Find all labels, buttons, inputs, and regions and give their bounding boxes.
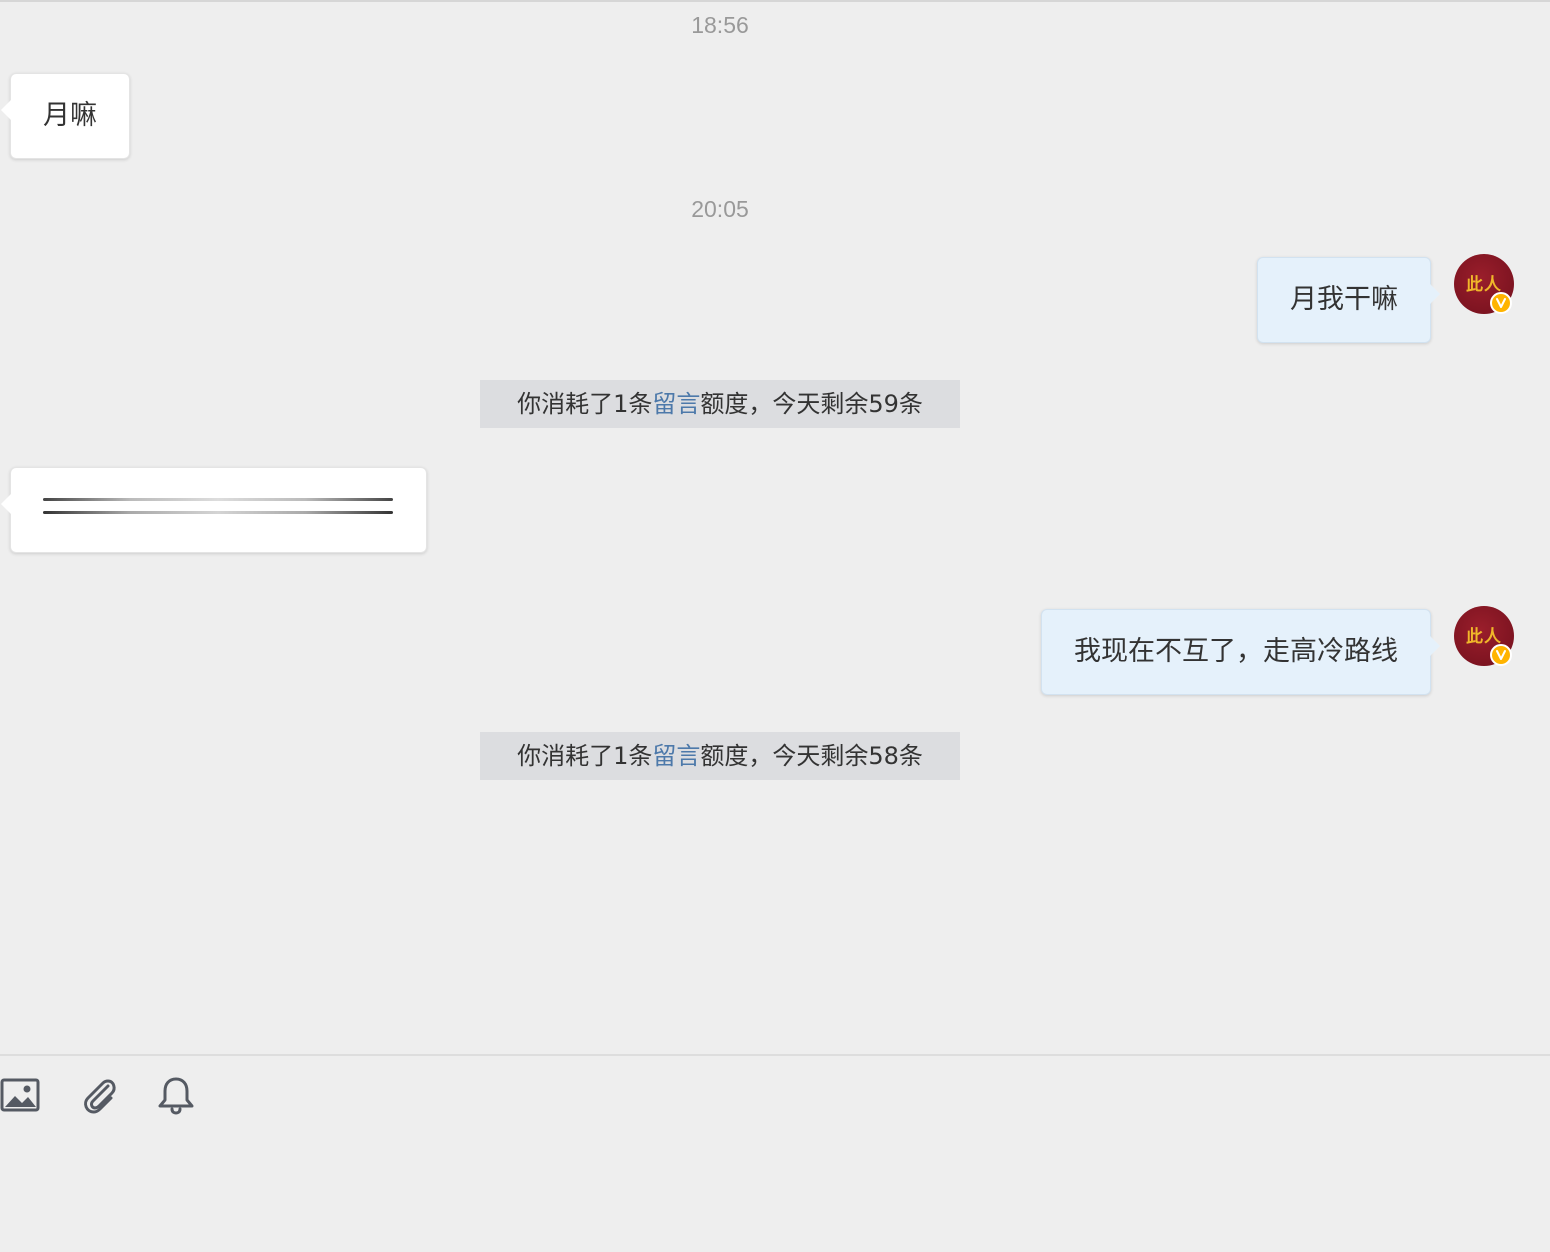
avatar[interactable]: 此人: [1454, 606, 1514, 666]
timestamp: 18:56: [691, 12, 749, 38]
image-icon: [0, 1078, 40, 1112]
avatar-text: 此人: [1466, 627, 1502, 647]
timestamp: 20:05: [691, 196, 749, 222]
chat-history[interactable]: 18:56 月嘛 20:05 月我干嘛 此人 你消耗了1条留言额度，今天剩余59…: [0, 2, 1550, 1054]
notice-text: 你消耗了1条: [517, 390, 653, 418]
verified-badge-icon: [1490, 644, 1512, 666]
incoming-message-bubble[interactable]: [1, 467, 427, 553]
attachment-icon: [84, 1079, 116, 1114]
quota-notice: 你消耗了1条留言额度，今天剩余59条: [480, 380, 960, 428]
verified-badge-icon: [1490, 292, 1512, 314]
message-link[interactable]: 留言: [652, 390, 700, 418]
bell-icon: [158, 1077, 194, 1115]
notice-text: 额度，今天剩余58条: [700, 742, 923, 770]
notification-button[interactable]: [156, 1074, 198, 1116]
image-button[interactable]: [0, 1074, 42, 1116]
outgoing-message-bubble[interactable]: 我现在不互了，走高冷路线: [1041, 609, 1440, 695]
message-text: 月我干嘛: [1290, 284, 1398, 315]
outgoing-message-bubble[interactable]: 月我干嘛: [1257, 257, 1440, 343]
notice-text: 额度，今天剩余59条: [700, 390, 923, 418]
avatar[interactable]: 此人: [1454, 254, 1514, 314]
notice-text: 你消耗了1条: [517, 742, 653, 770]
quota-notice: 你消耗了1条留言额度，今天剩余58条: [480, 732, 960, 780]
avatar-text: 此人: [1466, 275, 1502, 295]
redacted-scribble: [43, 511, 393, 514]
message-link[interactable]: 留言: [652, 742, 700, 770]
message-text: 我现在不互了，走高冷路线: [1074, 636, 1398, 667]
redacted-scribble: [43, 498, 393, 501]
message-toolbar: [0, 1056, 1550, 1252]
attachment-button[interactable]: [78, 1074, 120, 1116]
incoming-message-bubble[interactable]: 月嘛: [1, 73, 130, 159]
message-text: 月嘛: [43, 100, 97, 131]
